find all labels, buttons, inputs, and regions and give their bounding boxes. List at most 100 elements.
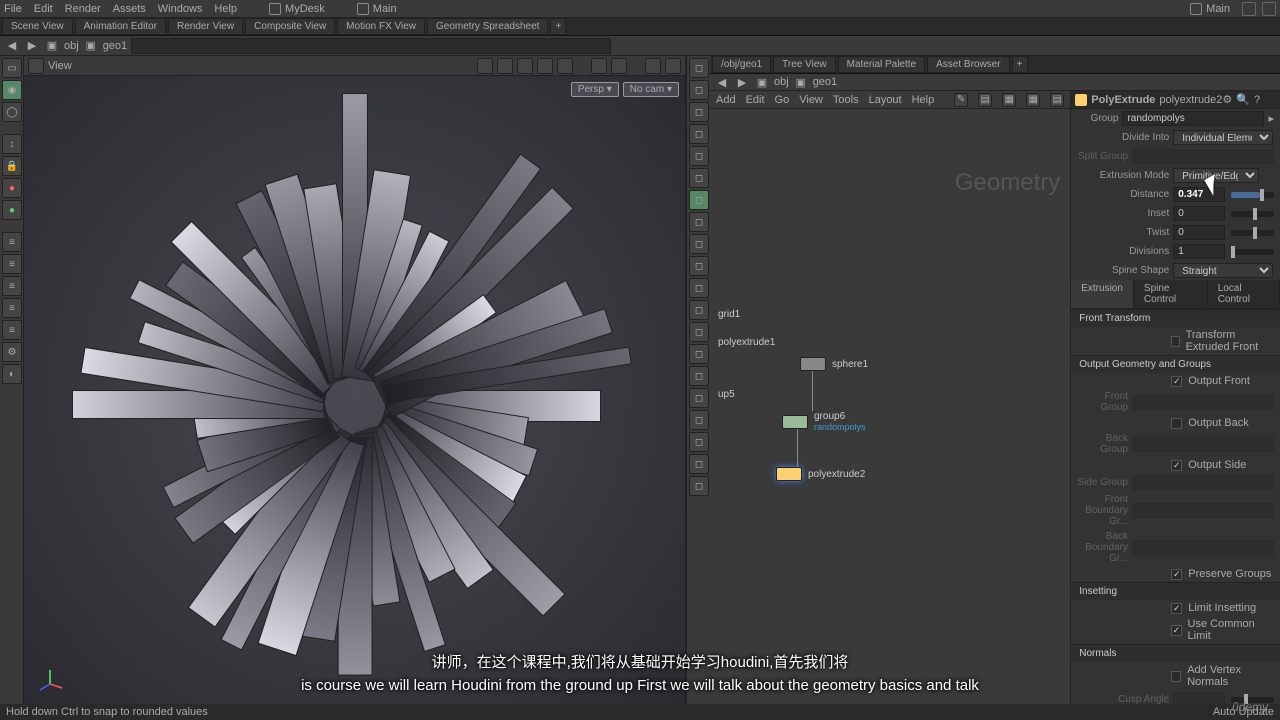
check-output-front[interactable]: Output Front — [1071, 373, 1280, 389]
viewport-info-icon[interactable] — [665, 58, 681, 74]
menu-render[interactable]: Render — [65, 3, 101, 15]
inset-slider[interactable] — [1231, 211, 1274, 217]
net-menu-view[interactable]: View — [799, 94, 823, 106]
disp-opt3-icon[interactable]: ◻ — [689, 102, 709, 122]
tab-motionfx-view[interactable]: Motion FX View — [337, 18, 425, 35]
menu-file[interactable]: File — [4, 3, 22, 15]
subtab-extrusion[interactable]: Extrusion — [1071, 280, 1134, 308]
net-menu-edit[interactable]: Edit — [746, 94, 765, 106]
network-editor[interactable]: Add Edit Go View Tools Layout Help ✎ ▤ ▦… — [710, 91, 1070, 704]
path-input[interactable] — [131, 38, 611, 54]
tab-render-view[interactable]: Render View — [168, 18, 243, 35]
menu-edit[interactable]: Edit — [34, 3, 53, 15]
nav-fwd-icon[interactable]: ▶ — [24, 38, 40, 54]
viewport-3d[interactable]: Persp ▾ No cam ▾ — [24, 76, 685, 704]
net-tool2-icon[interactable]: ▤ — [978, 93, 992, 107]
tool-add3-icon[interactable]: ≡ — [2, 276, 22, 296]
menu-help[interactable]: Help — [214, 3, 237, 15]
nav-back-icon[interactable]: ◀ — [4, 38, 20, 54]
params-search-icon[interactable]: 🔍 — [1236, 93, 1250, 106]
disp-opt15-icon[interactable]: ◻ — [689, 366, 709, 386]
check-output-back[interactable]: Output Back — [1071, 415, 1280, 431]
group-menu-icon[interactable]: ▸ — [1268, 112, 1274, 125]
net-menu-tools[interactable]: Tools — [833, 94, 859, 106]
viewport-opt1-icon[interactable] — [477, 58, 493, 74]
disp-opt4-icon[interactable]: ◻ — [689, 124, 709, 144]
nav-obj-icon[interactable]: ▣ — [44, 38, 60, 54]
settings-icon[interactable] — [1262, 2, 1276, 16]
net-back-icon[interactable]: ◀ — [714, 74, 730, 90]
tab-obj-geo1[interactable]: /obj/geo1 — [712, 56, 771, 73]
tool-add5-icon[interactable]: ≡ — [2, 320, 22, 340]
tool-add4-icon[interactable]: ≡ — [2, 298, 22, 318]
check-use-common-limit[interactable]: Use Common Limit — [1071, 616, 1280, 644]
net-tool3-icon[interactable]: ▦ — [1002, 93, 1016, 107]
disp-opt20-icon[interactable]: ◻ — [689, 476, 709, 496]
distance-slider[interactable] — [1231, 192, 1274, 198]
divisions-slider[interactable] — [1231, 249, 1274, 255]
tab-network-add[interactable]: + — [1012, 56, 1028, 73]
node-grid1[interactable]: grid1 — [718, 309, 740, 320]
disp-opt13-icon[interactable]: ◻ — [689, 322, 709, 342]
inset-input[interactable] — [1173, 206, 1225, 221]
disp-opt5-icon[interactable]: ◻ — [689, 146, 709, 166]
viewport-menu-icon[interactable] — [28, 58, 44, 74]
tab-add[interactable]: + — [550, 18, 566, 35]
disp-opt19-icon[interactable]: ◻ — [689, 454, 709, 474]
viewport-opt4-icon[interactable] — [537, 58, 553, 74]
tool-move-icon[interactable]: ↕ — [2, 134, 22, 154]
tool-add2-icon[interactable]: ≡ — [2, 254, 22, 274]
check-preserve-groups[interactable]: Preserve Groups — [1071, 566, 1280, 582]
tool-brush-icon[interactable]: ◉ — [2, 80, 22, 100]
params-gear-icon[interactable]: ⚙ — [1222, 93, 1232, 106]
tool-select-icon[interactable]: ▭ — [2, 58, 22, 78]
tab-tree-view[interactable]: Tree View — [773, 56, 835, 73]
disp-opt14-icon[interactable]: ◻ — [689, 344, 709, 364]
tool-lock-icon[interactable]: 🔒 — [2, 156, 22, 176]
net-menu-help[interactable]: Help — [912, 94, 935, 106]
node-polyextrude2[interactable]: polyextrude2 — [776, 467, 865, 481]
disp-opt17-icon[interactable]: ◻ — [689, 410, 709, 430]
viewport-opt2-icon[interactable] — [497, 58, 513, 74]
node-sphere1[interactable]: sphere1 — [800, 357, 868, 371]
viewport-opt5-icon[interactable] — [557, 58, 573, 74]
net-menu-add[interactable]: Add — [716, 94, 736, 106]
tab-scene-view[interactable]: Scene View — [2, 18, 73, 35]
net-geo-icon[interactable]: ▣ — [793, 74, 809, 90]
node-polyextrude1[interactable]: polyextrude1 — [718, 337, 775, 348]
right-main-selector[interactable]: Main — [1190, 3, 1230, 15]
twist-input[interactable] — [1173, 225, 1225, 240]
desktop-selector[interactable]: MyDesk — [269, 3, 325, 15]
tool-lasso-icon[interactable]: ◯ — [2, 102, 22, 122]
viewport-render-icon[interactable] — [611, 58, 627, 74]
menu-assets[interactable]: Assets — [113, 3, 146, 15]
tool-sphere-icon[interactable]: ◐ — [2, 364, 22, 384]
subtab-spine-control[interactable]: Spine Control — [1134, 280, 1208, 308]
disp-opt18-icon[interactable]: ◻ — [689, 432, 709, 452]
net-obj-icon[interactable]: ▣ — [754, 74, 770, 90]
params-help-icon[interactable]: ? — [1254, 94, 1260, 106]
disp-opt10-icon[interactable]: ◻ — [689, 256, 709, 276]
net-fwd-icon[interactable]: ▶ — [734, 74, 750, 90]
spine-shape-select[interactable]: Straight — [1173, 263, 1273, 278]
net-path-obj[interactable]: obj — [774, 76, 789, 88]
net-menu-go[interactable]: Go — [775, 94, 790, 106]
network-canvas[interactable]: Geometry grid1 polyextrude1 up5 sphere1 … — [710, 109, 1070, 704]
divide-into-select[interactable]: Individual Elements — [1173, 130, 1273, 145]
main-selector[interactable]: Main — [357, 3, 397, 15]
tool-green-icon[interactable]: ● — [2, 200, 22, 220]
extrusion-mode-select[interactable]: Primitive/Edge N... — [1173, 168, 1259, 183]
subtab-local-control[interactable]: Local Control — [1208, 280, 1280, 308]
disp-opt16-icon[interactable]: ◻ — [689, 388, 709, 408]
check-limit-insetting[interactable]: Limit Insetting — [1071, 600, 1280, 616]
net-tool4-icon[interactable]: ▦ — [1026, 93, 1040, 107]
path-obj[interactable]: obj — [64, 40, 79, 52]
net-path-geo[interactable]: geo1 — [813, 76, 837, 88]
net-menu-layout[interactable]: Layout — [869, 94, 902, 106]
tab-geometry-spreadsheet[interactable]: Geometry Spreadsheet — [427, 18, 548, 35]
disp-opt1-icon[interactable]: ◻ — [689, 58, 709, 78]
viewport-disp-icon[interactable] — [645, 58, 661, 74]
twist-slider[interactable] — [1231, 230, 1274, 236]
disp-opt6-icon[interactable]: ◻ — [689, 168, 709, 188]
tab-animation-editor[interactable]: Animation Editor — [75, 18, 166, 35]
